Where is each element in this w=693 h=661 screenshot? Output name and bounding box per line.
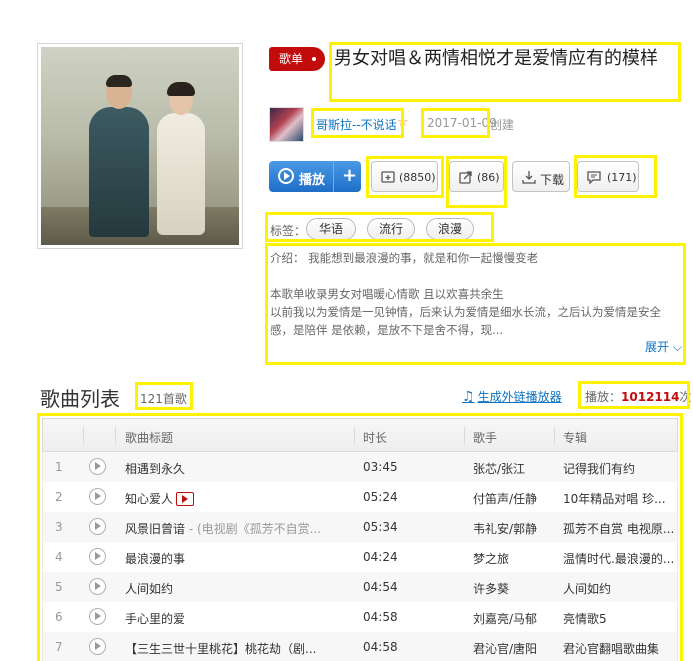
playlist-badge: 歌单 — [269, 47, 325, 71]
highlight-title — [329, 42, 681, 102]
music-note-icon: ♫ — [462, 389, 475, 405]
highlight-share — [446, 156, 507, 208]
highlight-plays — [578, 381, 690, 409]
download-icon — [522, 171, 536, 184]
highlight-collect — [366, 156, 444, 198]
highlight-intro — [265, 243, 686, 365]
add-to-queue-button[interactable]: + — [342, 165, 357, 186]
creator-avatar[interactable] — [269, 107, 304, 142]
highlight-table — [37, 413, 683, 661]
highlight-tags — [265, 212, 494, 242]
highlight-date — [421, 108, 490, 138]
created-label: 创建 — [490, 118, 515, 132]
cover-image — [41, 47, 239, 245]
highlight-comment — [574, 155, 657, 198]
play-circle-icon — [278, 168, 294, 184]
highlight-count — [135, 382, 193, 410]
playlist-cover — [37, 43, 243, 249]
songlist-title: 歌曲列表 — [40, 387, 120, 411]
download-button[interactable]: 下载 — [512, 161, 570, 192]
highlight-creator — [311, 108, 404, 138]
generate-player-link[interactable]: ♫ 生成外链播放器 — [462, 388, 562, 405]
play-button[interactable]: 播放 + — [269, 161, 361, 192]
